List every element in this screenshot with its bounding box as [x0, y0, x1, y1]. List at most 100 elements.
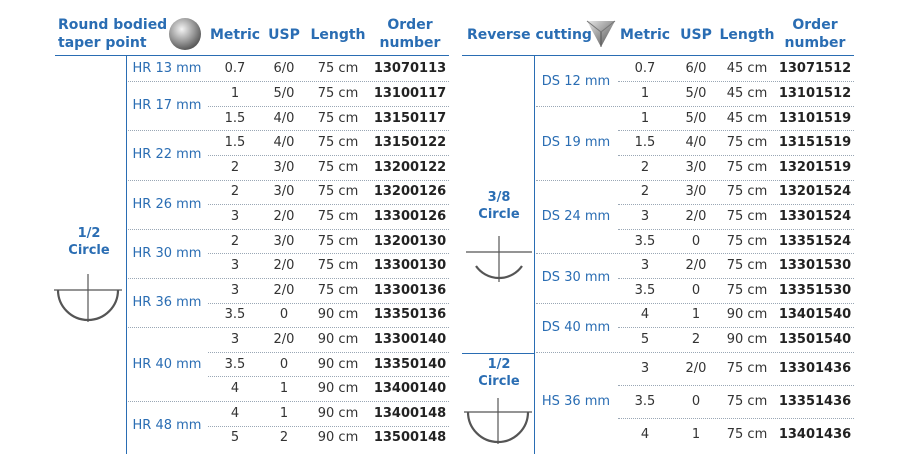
left-section-title: Round bodied taper point [58, 16, 167, 52]
row-separator [618, 277, 854, 279]
length-cell: 90 cm [317, 331, 359, 347]
group-name: DS 40 mm [541, 319, 611, 335]
usp-cell: 0 [279, 356, 289, 372]
usp-cell: 0 [691, 233, 701, 249]
usp-cell: 4/0 [685, 135, 707, 151]
length-cell: 75 cm [726, 208, 768, 224]
metric-cell: 1.5 [224, 135, 246, 151]
length-cell: 75 cm [726, 184, 768, 200]
group-name: HR 26 mm [132, 196, 202, 212]
order-number-cell: 13301530 [778, 258, 852, 274]
order-number-cell: 13300136 [373, 282, 447, 298]
right-circle-a-fraction: 3/8 [487, 190, 511, 205]
usp-cell: 6/0 [273, 61, 295, 77]
row-separator [618, 204, 854, 206]
order-number-cell: 13300130 [373, 258, 447, 274]
length-cell: 75 cm [317, 208, 359, 224]
group-name: DS 12 mm [541, 73, 611, 89]
usp-cell: 3/0 [273, 233, 295, 249]
row-separator [618, 154, 854, 156]
left-order-header: Order number [372, 16, 448, 52]
half-circle-needle-icon-right [464, 398, 532, 444]
length-cell: 90 cm [317, 430, 359, 446]
order-number-cell: 13201524 [778, 184, 852, 200]
reverse-cutting-needle-icon [586, 20, 616, 47]
row-separator [536, 351, 854, 353]
row-separator [208, 105, 449, 107]
usp-cell: 2/0 [273, 258, 295, 274]
order-number-cell: 13200126 [373, 184, 447, 200]
right-order-header: Order number [776, 16, 854, 52]
usp-cell: 0 [691, 282, 701, 298]
row-separator [208, 302, 449, 304]
metric-cell: 2 [640, 184, 650, 200]
left-title-line1: Round bodied [58, 17, 168, 33]
length-cell: 75 cm [726, 282, 768, 298]
row-separator [128, 277, 449, 279]
length-cell: 75 cm [317, 233, 359, 249]
metric-cell: 4 [640, 427, 650, 443]
right-length-header: Length [719, 27, 775, 43]
right-header-rule [462, 55, 854, 56]
metric-cell: 3.5 [634, 282, 656, 298]
right-order-line1: Order [792, 17, 838, 33]
order-number-cell: 13101519 [778, 110, 852, 126]
length-cell: 90 cm [317, 381, 359, 397]
left-circle-word: Circle [68, 243, 110, 258]
usp-cell: 2/0 [685, 360, 707, 376]
order-number-cell: 13150117 [373, 110, 447, 126]
usp-cell: 1 [279, 405, 289, 421]
left-length-header: Length [310, 27, 366, 43]
usp-cell: 0 [691, 394, 701, 410]
length-cell: 90 cm [317, 307, 359, 323]
right-section-title: Reverse cutting [467, 27, 592, 43]
metric-cell: 4 [640, 307, 650, 323]
order-number-cell: 13100117 [373, 85, 447, 101]
usp-cell: 3/0 [273, 184, 295, 200]
right-circle-separator [462, 353, 534, 354]
metric-cell: 2 [230, 233, 240, 249]
order-number-cell: 13401540 [778, 307, 852, 323]
order-number-cell: 13351530 [778, 282, 852, 298]
row-separator [618, 228, 854, 230]
right-circle-label-1-2: 1/2 Circle [470, 356, 528, 390]
order-number-cell: 13150122 [373, 135, 447, 151]
length-cell: 45 cm [726, 110, 768, 126]
group-name: HS 36 mm [541, 394, 611, 410]
right-circle-b-word: Circle [478, 374, 520, 389]
metric-cell: 5 [230, 430, 240, 446]
length-cell: 90 cm [317, 405, 359, 421]
row-separator [128, 81, 449, 83]
metric-cell: 2 [640, 159, 650, 175]
group-name: HR 36 mm [132, 295, 202, 310]
metric-cell: 3 [230, 282, 240, 298]
usp-cell: 5/0 [685, 110, 707, 126]
order-number-cell: 13301436 [778, 360, 852, 376]
row-separator [618, 327, 854, 329]
order-number-cell: 13151519 [778, 135, 852, 151]
length-cell: 75 cm [317, 184, 359, 200]
usp-cell: 2 [279, 430, 289, 446]
usp-cell: 0 [279, 307, 289, 323]
metric-cell: 3.5 [634, 394, 656, 410]
row-separator [618, 130, 854, 132]
metric-cell: 3 [230, 208, 240, 224]
metric-cell: 1.5 [634, 135, 656, 151]
metric-cell: 3 [640, 258, 650, 274]
length-cell: 75 cm [726, 233, 768, 249]
metric-cell: 2 [230, 184, 240, 200]
group-name: HR 13 mm [132, 61, 202, 77]
order-number-cell: 13300140 [373, 331, 447, 347]
round-needle-icon [169, 18, 201, 50]
row-separator [208, 204, 449, 206]
usp-cell: 4/0 [273, 110, 295, 126]
row-separator [618, 385, 854, 386]
usp-cell: 3/0 [685, 159, 707, 175]
usp-cell: 1 [279, 381, 289, 397]
length-cell: 75 cm [317, 159, 359, 175]
group-name: HR 17 mm [132, 98, 202, 114]
metric-cell: 3 [640, 208, 650, 224]
usp-cell: 1 [691, 307, 701, 323]
order-number-cell: 13351436 [778, 394, 852, 410]
metric-cell: 1 [640, 110, 650, 126]
